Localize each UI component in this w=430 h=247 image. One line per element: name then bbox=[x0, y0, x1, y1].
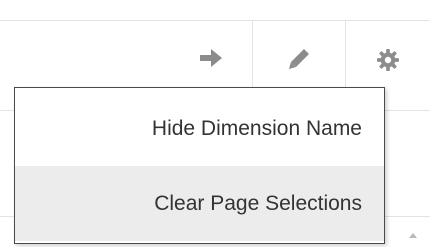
app-root: Hide Dimension Name Clear Page Selection… bbox=[0, 0, 430, 247]
arrow-right-icon bbox=[200, 49, 222, 67]
pencil-icon bbox=[289, 49, 309, 69]
scroll-up-arrow-icon[interactable] bbox=[409, 233, 417, 238]
gear-icon bbox=[377, 49, 399, 71]
menu-item-hide-dimension-name[interactable]: Hide Dimension Name bbox=[15, 91, 384, 166]
context-menu: Hide Dimension Name Clear Page Selection… bbox=[14, 87, 385, 244]
menu-item-clear-page-selections[interactable]: Clear Page Selections bbox=[15, 166, 384, 241]
